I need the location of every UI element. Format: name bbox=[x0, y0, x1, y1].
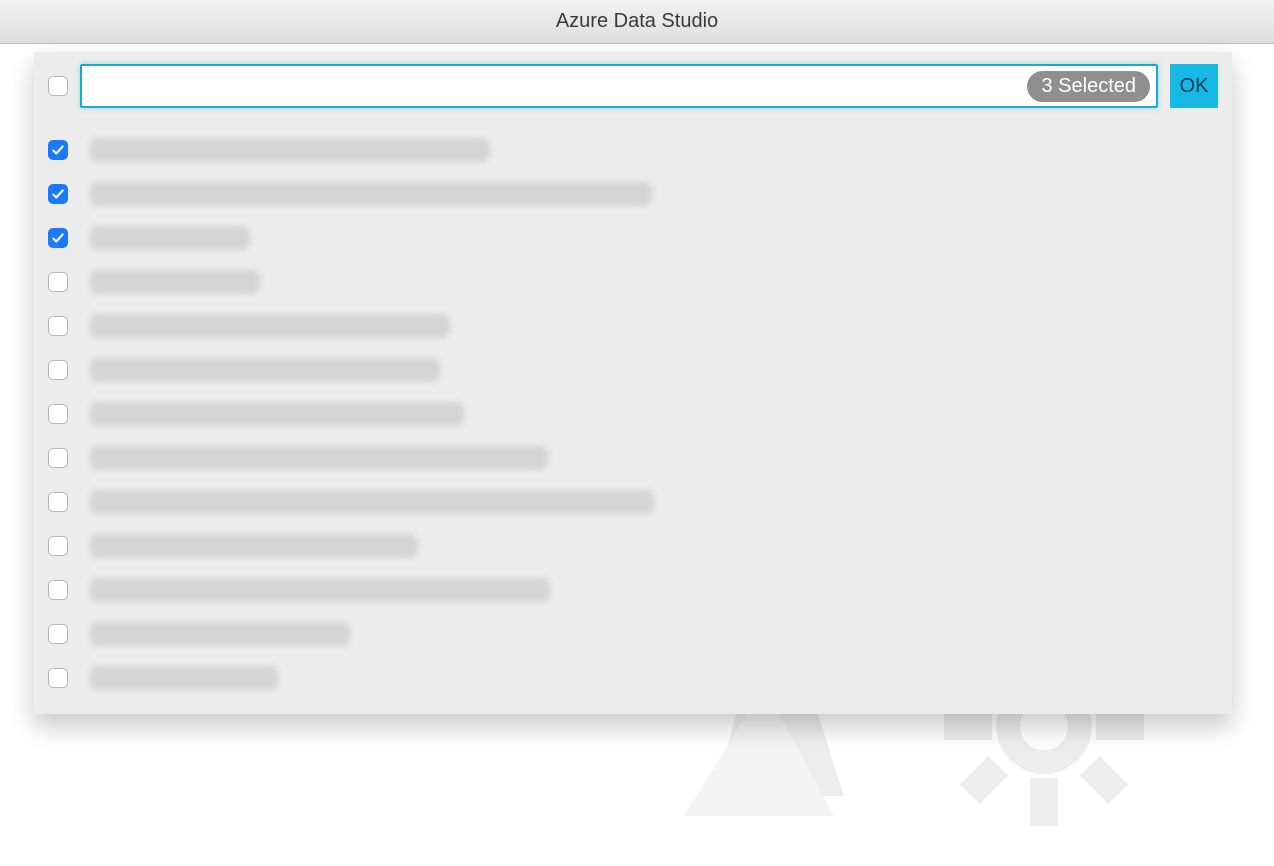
item-checkbox[interactable] bbox=[48, 360, 68, 380]
list-item[interactable] bbox=[48, 568, 1218, 612]
window-title: Azure Data Studio bbox=[556, 10, 718, 33]
item-label bbox=[90, 138, 490, 162]
list-item[interactable] bbox=[48, 524, 1218, 568]
item-checkbox[interactable] bbox=[48, 624, 68, 644]
list-item[interactable] bbox=[48, 304, 1218, 348]
item-label bbox=[90, 578, 550, 602]
item-checkbox[interactable] bbox=[48, 316, 68, 336]
ok-button[interactable]: OK bbox=[1170, 64, 1218, 108]
window-titlebar: Azure Data Studio bbox=[0, 0, 1274, 44]
list-item[interactable] bbox=[48, 480, 1218, 524]
item-checkbox[interactable] bbox=[48, 404, 68, 424]
list-item[interactable] bbox=[48, 348, 1218, 392]
item-label bbox=[90, 402, 464, 426]
item-label bbox=[90, 314, 450, 338]
item-checkbox[interactable] bbox=[48, 272, 68, 292]
item-label bbox=[90, 358, 440, 382]
list-item[interactable] bbox=[48, 612, 1218, 656]
search-input[interactable] bbox=[88, 66, 1027, 106]
list-item[interactable] bbox=[48, 172, 1218, 216]
item-label bbox=[90, 622, 350, 646]
item-checkbox[interactable] bbox=[48, 492, 68, 512]
list-item[interactable] bbox=[48, 436, 1218, 480]
item-label bbox=[90, 270, 260, 294]
quickpick-list bbox=[48, 120, 1218, 700]
item-checkbox[interactable] bbox=[48, 536, 68, 556]
item-label bbox=[90, 666, 278, 690]
search-field-wrap: 3 Selected bbox=[80, 64, 1158, 108]
item-label bbox=[90, 490, 654, 514]
item-checkbox[interactable] bbox=[48, 184, 68, 204]
list-item[interactable] bbox=[48, 392, 1218, 436]
item-label bbox=[90, 182, 652, 206]
item-checkbox[interactable] bbox=[48, 448, 68, 468]
list-item[interactable] bbox=[48, 260, 1218, 304]
item-checkbox[interactable] bbox=[48, 668, 68, 688]
item-label bbox=[90, 446, 548, 470]
select-all-checkbox[interactable] bbox=[48, 76, 68, 96]
selected-count-pill: 3 Selected bbox=[1027, 71, 1150, 102]
item-checkbox[interactable] bbox=[48, 140, 68, 160]
list-item[interactable] bbox=[48, 656, 1218, 700]
item-checkbox[interactable] bbox=[48, 228, 68, 248]
quickpick-header: 3 Selected OK bbox=[48, 64, 1218, 108]
list-item[interactable] bbox=[48, 128, 1218, 172]
item-label bbox=[90, 534, 418, 558]
quickpick-panel: 3 Selected OK bbox=[34, 52, 1232, 714]
item-label bbox=[90, 226, 250, 250]
item-checkbox[interactable] bbox=[48, 580, 68, 600]
list-item[interactable] bbox=[48, 216, 1218, 260]
